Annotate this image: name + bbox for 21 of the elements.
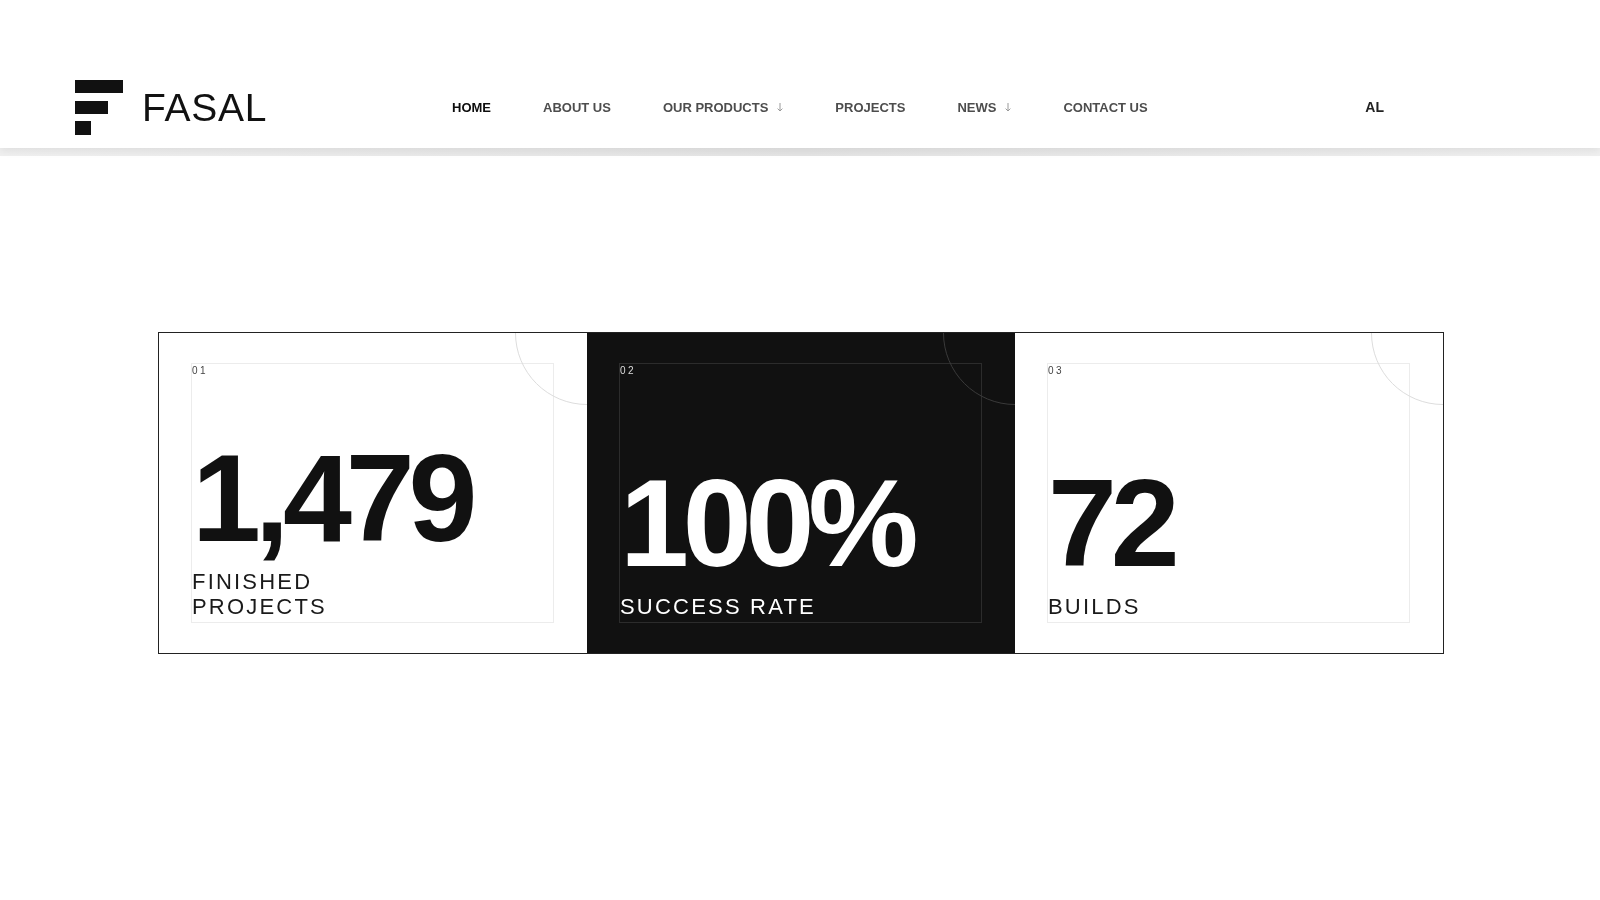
arc-icon <box>943 333 1015 405</box>
nav-link[interactable]: CONTACT US <box>1063 97 1148 118</box>
stat-label: SUCCESS RATE <box>620 594 816 619</box>
stat-value: 1,479 <box>192 436 472 560</box>
stat-label: BUILDS <box>1048 594 1141 619</box>
nav-link[interactable]: PROJECTS <box>835 97 906 118</box>
stat-index: 03 <box>1048 364 1065 378</box>
logo-text: FASAL <box>142 88 268 127</box>
nav-link[interactable]: NEWS <box>957 97 1012 118</box>
nav-link[interactable]: ABOUT US <box>543 97 611 118</box>
logo-icon <box>75 80 123 135</box>
stat-index: 02 <box>620 364 637 378</box>
stat-value: 72 <box>1048 461 1174 585</box>
language-switcher[interactable]: AL <box>1365 97 1384 118</box>
stat-index: 01 <box>192 364 209 378</box>
arc-icon <box>515 333 587 405</box>
stat-label: FINISHED PROJECTS <box>192 569 327 619</box>
stat-value: 100% <box>620 461 913 585</box>
nav-link[interactable]: HOME <box>452 97 491 118</box>
nav-link[interactable]: OUR PRODUCTS <box>662 97 784 118</box>
arc-icon <box>1371 333 1443 405</box>
